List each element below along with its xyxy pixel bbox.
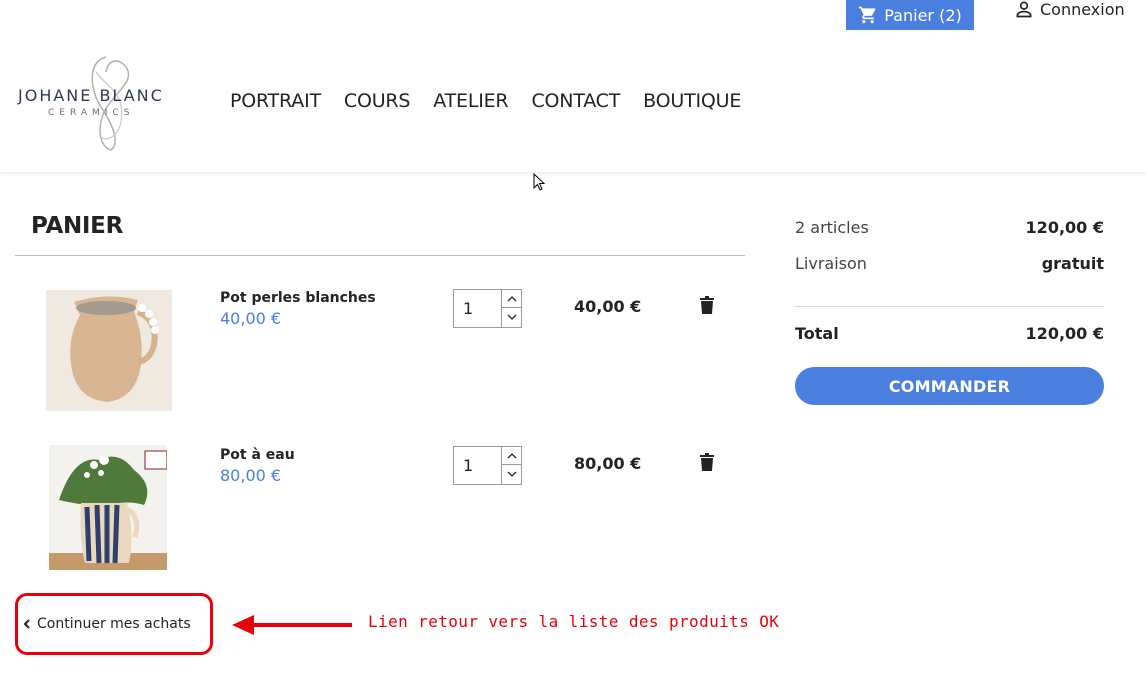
cart-item: Pot perles blanches 40,00 € 40,00 € [0, 289, 745, 419]
main-nav: PORTRAIT COURS ATELIER CONTACT BOUTIQUE [230, 90, 764, 112]
quantity-buttons [501, 447, 522, 484]
quantity-increase-button[interactable] [502, 447, 522, 465]
cart-item: Pot à eau 80,00 € 80,00 € [0, 445, 745, 576]
login-link[interactable]: Connexion [1014, 0, 1125, 19]
item-unit-price: 80,00 € [220, 466, 282, 485]
quantity-input[interactable] [454, 290, 501, 327]
product-image-pot-a-eau[interactable] [49, 445, 167, 570]
quantity-stepper [453, 289, 522, 328]
mouse-cursor-icon [533, 173, 546, 191]
summary-articles-label: 2 articles [795, 218, 869, 237]
chevron-down-icon [507, 471, 517, 477]
summary-shipping-label: Livraison [795, 254, 867, 273]
item-name[interactable]: Pot à eau [220, 447, 295, 463]
cart-icon [859, 6, 876, 24]
nav-item-contact[interactable]: CONTACT [531, 90, 620, 112]
trash-icon[interactable] [699, 295, 715, 315]
annotation-text: Lien retour vers la liste des produits O… [368, 612, 780, 631]
summary-shipping-value: gratuit [1041, 254, 1104, 273]
chevron-up-icon [507, 295, 517, 301]
summary-total-row: Total 120,00 € [795, 324, 1104, 343]
chevron-left-icon [23, 619, 30, 629]
chevron-up-icon [507, 452, 517, 458]
summary-articles-row: 2 articles 120,00 € [795, 218, 1104, 237]
nav-item-atelier[interactable]: ATELIER [433, 90, 508, 112]
logo-subtext: CERAMICS [48, 108, 135, 118]
cart-button-label: Panier (2) [884, 5, 962, 25]
user-icon [1016, 1, 1032, 18]
summary-articles-value: 120,00 € [1025, 218, 1104, 237]
cart-title: PANIER [31, 213, 123, 239]
cart-button[interactable]: Panier (2) [846, 0, 974, 30]
chevron-down-icon [507, 314, 517, 320]
quantity-stepper [453, 446, 522, 485]
quantity-decrease-button[interactable] [502, 308, 522, 326]
trash-icon[interactable] [699, 452, 715, 472]
pitcher-image-icon [46, 290, 172, 411]
quantity-increase-button[interactable] [502, 290, 522, 308]
item-name[interactable]: Pot perles blanches [220, 290, 376, 306]
nav-item-portrait[interactable]: PORTRAIT [230, 90, 321, 112]
cart-divider [15, 255, 745, 256]
continue-shopping-label: Continuer mes achats [37, 616, 191, 632]
vase-image-icon [49, 445, 167, 570]
summary-total-label: Total [795, 324, 839, 343]
item-unit-price: 40,00 € [220, 309, 282, 328]
product-image-pot-perles[interactable] [46, 290, 172, 411]
nav-item-boutique[interactable]: BOUTIQUE [643, 90, 741, 112]
summary-total-value: 120,00 € [1025, 324, 1104, 343]
summary-shipping-row: Livraison gratuit [795, 254, 1104, 273]
logo-text: JOHANE BLANC [18, 86, 164, 105]
checkout-button[interactable]: COMMANDER [795, 367, 1104, 405]
summary-divider [795, 306, 1104, 307]
annotation-arrow-icon [232, 615, 352, 635]
nav-item-cours[interactable]: COURS [344, 90, 411, 112]
site-header: Panier (2) Connexion JOHANE BLANC CERAMI… [0, 0, 1146, 172]
quantity-buttons [501, 290, 522, 327]
item-total: 80,00 € [574, 454, 642, 473]
login-label: Connexion [1040, 0, 1125, 19]
logo[interactable]: JOHANE BLANC CERAMICS [18, 52, 174, 152]
quantity-decrease-button[interactable] [502, 465, 522, 483]
quantity-input[interactable] [454, 447, 501, 484]
continue-shopping-link[interactable]: Continuer mes achats [23, 616, 191, 632]
item-total: 40,00 € [574, 297, 642, 316]
